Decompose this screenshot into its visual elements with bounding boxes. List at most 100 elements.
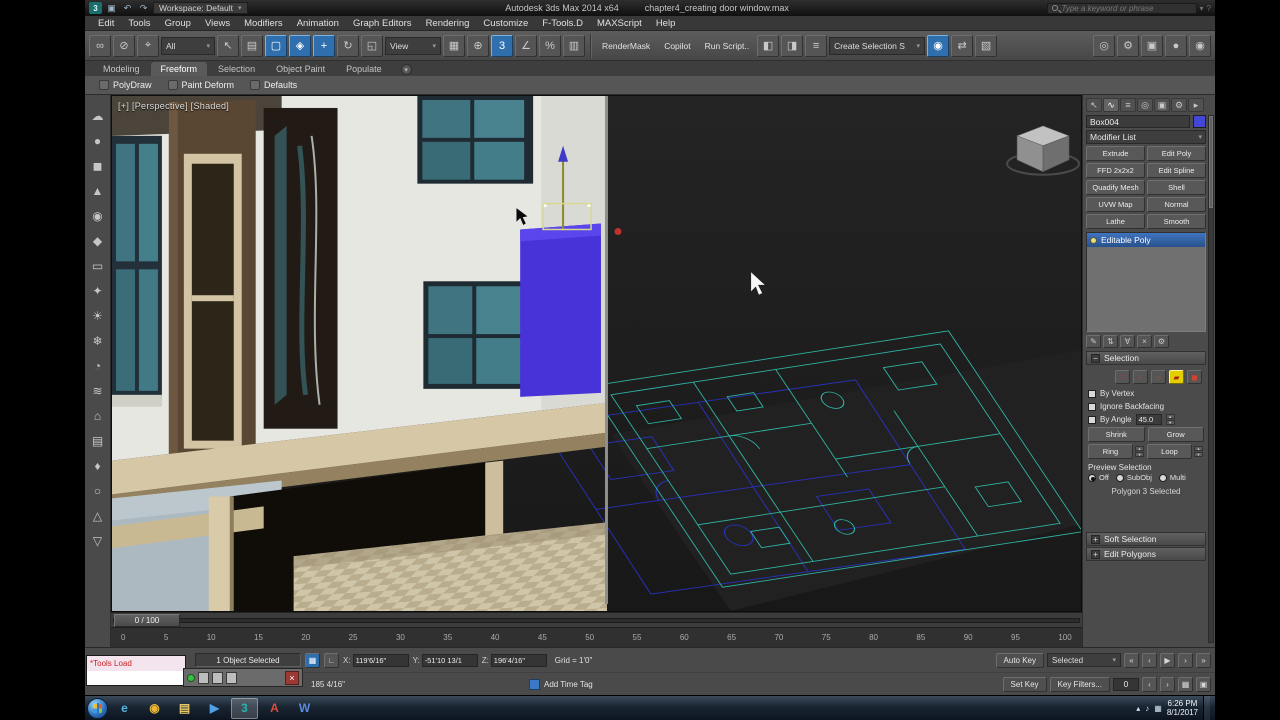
close-icon[interactable]: × [285, 670, 299, 685]
stack-tool-icon[interactable]: ∀ [1120, 335, 1135, 348]
left-tool-icon[interactable]: ◔ [89, 357, 107, 374]
select-tool-icon[interactable]: ▢ [265, 34, 287, 57]
toolbar-icon[interactable]: ⌖ [137, 34, 159, 57]
ribbon-tab[interactable]: Populate [336, 62, 392, 76]
modifier-button[interactable]: Edit Poly [1147, 146, 1206, 161]
mirror-align-icon[interactable]: ≡ [805, 34, 828, 57]
left-tool-icon[interactable]: ☀ [89, 307, 107, 324]
subobject-level-icon[interactable]: ○ [1151, 370, 1166, 384]
selection-filter-dropdown[interactable]: All [161, 36, 215, 55]
menu-item[interactable]: Views [198, 16, 237, 31]
left-tool-icon[interactable]: ☁ [89, 107, 107, 124]
modifier-stack[interactable]: Editable Poly [1086, 232, 1206, 332]
transform-tool-icon[interactable]: + [313, 34, 335, 57]
menu-item[interactable]: Edit [91, 16, 121, 31]
frame-step-button[interactable]: ‹ [1142, 677, 1157, 692]
playback-button[interactable]: ▶ [1160, 652, 1175, 668]
capture-button[interactable] [226, 671, 237, 684]
record-icon[interactable] [187, 673, 195, 682]
menu-item[interactable]: Animation [290, 16, 346, 31]
ribbon-panel-item[interactable]: Defaults [244, 80, 303, 90]
menu-item[interactable]: Group [158, 16, 198, 31]
panel-tab-icon[interactable]: ▸ [1188, 98, 1204, 112]
coordinate-y[interactable]: Y: -51'10 13/1 [413, 653, 478, 667]
modifier-button[interactable]: Normal [1147, 197, 1206, 212]
select-tool-icon[interactable]: ↖ [217, 34, 239, 57]
track-bar[interactable]: 0 5 10 15 20 25 30 35 40 45 50 55 60 65 70 75 80 85 90 95 10… [111, 627, 1082, 647]
render-tool-icon[interactable]: ◉ [1189, 34, 1211, 57]
menu-item[interactable]: F-Tools.D [535, 16, 590, 31]
checkbox-icon[interactable] [1088, 415, 1096, 424]
panel-tab-icon[interactable]: ⚙ [1171, 98, 1187, 112]
taskbar-app-icon[interactable]: W [291, 698, 318, 719]
set-key-button[interactable]: Set Key [1002, 677, 1047, 692]
save-icon[interactable]: ▣ [105, 2, 118, 14]
left-tool-icon[interactable]: ❄ [89, 332, 107, 349]
editor-icon[interactable]: ◉ [927, 34, 950, 57]
render-tool-icon[interactable]: ◎ [1093, 34, 1115, 57]
left-tool-icon[interactable]: ◆ [89, 232, 107, 249]
grow-button[interactable]: Grow [1147, 427, 1204, 442]
playback-button[interactable]: « [1124, 652, 1139, 668]
frame-step-button[interactable]: › [1160, 677, 1175, 692]
rollout-header[interactable]: + Edit Polygons [1086, 547, 1206, 561]
editor-icon[interactable]: ▧ [975, 34, 998, 57]
rollout-selection[interactable]: − Selection [1086, 351, 1206, 365]
modifier-button[interactable]: FFD 2x2x2 [1086, 163, 1145, 178]
tray-icon[interactable]: ▦ [1154, 704, 1162, 713]
render-tool-icon[interactable]: ▣ [1141, 34, 1163, 57]
menu-item[interactable]: Modifiers [237, 16, 290, 31]
ribbon-tab[interactable]: Modeling [93, 62, 150, 76]
expand-icon[interactable]: + [1091, 534, 1100, 544]
show-desktop-button[interactable] [1203, 695, 1210, 720]
auto-key-button[interactable]: Auto Key [995, 652, 1044, 668]
modifier-button[interactable]: Extrude [1086, 146, 1145, 161]
search-input[interactable]: Type a keyword or phrase [1046, 2, 1197, 14]
taskbar-clock[interactable]: 6:26 PM 8/1/2017 [1167, 699, 1198, 717]
tray-icon[interactable]: ▴ [1136, 704, 1140, 713]
coordinate-x[interactable]: X: 119'6/16" [343, 653, 409, 667]
subobject-level-icon[interactable]: ∴ [1115, 370, 1130, 384]
named-selection-dropdown[interactable]: Create Selection S [829, 36, 926, 55]
left-tool-icon[interactable]: ≋ [89, 382, 107, 399]
toolbar-icon[interactable]: ∞ [89, 34, 111, 57]
ribbon-panel-item[interactable]: PolyDraw [93, 80, 158, 90]
pivot-tool-icon[interactable]: ▦ [443, 34, 465, 57]
redo-icon[interactable]: ↷ [137, 2, 150, 14]
shrink-button[interactable]: Shrink [1088, 427, 1145, 442]
modifier-button[interactable]: Quadify Mesh [1086, 180, 1145, 195]
capture-button[interactable] [212, 671, 223, 684]
left-tool-icon[interactable]: ✦ [89, 282, 107, 299]
ignore-backfacing-checkbox[interactable]: Ignore Backfacing [1088, 400, 1204, 413]
mirror-align-icon[interactable]: ◧ [757, 34, 780, 57]
current-frame-field[interactable]: 0 [1113, 678, 1139, 691]
loop-button[interactable]: Loop [1147, 444, 1192, 459]
transform-tool-icon[interactable]: ↻ [337, 34, 359, 57]
angle-value-field[interactable]: 45.0 [1135, 414, 1162, 425]
toolbar-icon[interactable]: ⊘ [113, 34, 135, 57]
panel-tab-icon[interactable]: ◎ [1137, 98, 1153, 112]
max-logo-icon[interactable]: 3 [89, 2, 102, 14]
preview-option[interactable]: Off [1088, 473, 1109, 482]
spinner[interactable]: ▴ ▾ [1135, 446, 1144, 457]
workspace-dropdown[interactable]: Workspace: Default ▾ [153, 2, 248, 14]
radio-icon[interactable] [1158, 473, 1167, 482]
snap-tool-icon[interactable]: ∠ [515, 34, 537, 57]
modifier-button[interactable]: Lathe [1086, 214, 1145, 229]
stack-bulb-icon[interactable] [1090, 236, 1097, 244]
add-time-tag[interactable]: Add Time Tag [528, 679, 593, 690]
stack-tool-icon[interactable]: ✎ [1086, 335, 1101, 348]
rollout-header[interactable]: + Soft Selection [1086, 532, 1206, 546]
render-tool-icon[interactable]: ⚙ [1117, 34, 1139, 57]
undo-icon[interactable]: ↶ [121, 2, 134, 14]
time-slider[interactable]: 0 / 100 [111, 612, 1082, 627]
mirror-align-icon[interactable]: ◨ [781, 34, 804, 57]
time-slider-handle[interactable]: 0 / 100 [114, 614, 180, 627]
capture-button[interactable] [198, 671, 209, 684]
transform-tool-icon[interactable]: ◱ [361, 34, 383, 57]
run-script-button[interactable]: Run Script.. [699, 41, 755, 51]
taskbar-app-icon[interactable]: e [111, 698, 138, 719]
left-tool-icon[interactable]: ⌂ [89, 407, 107, 424]
tray-icon[interactable]: ♪ [1145, 704, 1149, 713]
stack-tool-icon[interactable]: × [1137, 335, 1152, 348]
